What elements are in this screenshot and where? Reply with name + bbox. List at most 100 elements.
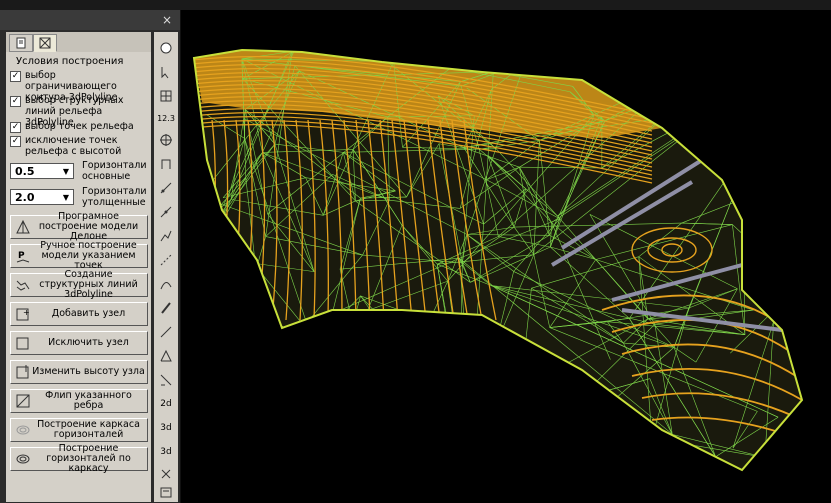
- toolbar-pen-button[interactable]: [156, 298, 176, 318]
- box-x-icon: [39, 37, 51, 49]
- checkbox-points-box[interactable]: ✓: [10, 122, 21, 133]
- structure-lines-button[interactable]: Создание структурных линий 3dPolyline: [10, 270, 148, 300]
- toolbar-grid-button[interactable]: [156, 86, 176, 106]
- add-node-button[interactable]: + Добавить узел: [10, 302, 148, 326]
- tab-terrain[interactable]: [33, 34, 57, 52]
- toolbar-measure-button[interactable]: [156, 370, 176, 390]
- top-bar: [0, 0, 831, 10]
- toolbar-edit-button[interactable]: [156, 178, 176, 198]
- toolbar-polyline-button[interactable]: [156, 226, 176, 246]
- delaunay-build-label: Програмное построение модели Делоне: [38, 211, 139, 242]
- mesh-edge: [470, 416, 525, 466]
- tool-palette: × Условия построения ✓ выбор ограничиваю…: [0, 10, 181, 503]
- mesh-edge: [471, 51, 494, 73]
- mesh-edge: [246, 463, 296, 467]
- contour-frame-button[interactable]: Построение каркаса горизонталей: [10, 418, 148, 442]
- node-height-button[interactable]: Изменить высоту узла: [10, 360, 148, 384]
- mesh-edge: [403, 412, 467, 461]
- delaunay-build-button[interactable]: Програмное построение модели Делоне: [10, 211, 148, 242]
- toolbar-boundary-button[interactable]: [156, 154, 176, 174]
- checkbox-exclude-height-box[interactable]: ✓: [10, 136, 21, 147]
- mesh-edge: [378, 431, 404, 461]
- mesh-edge: [455, 331, 460, 403]
- mesh-edge: [332, 398, 477, 467]
- checkbox-points-label: выбор точек рельефа: [25, 121, 134, 132]
- mesh-edge: [220, 223, 240, 421]
- remove-node-button[interactable]: Исключить узел: [10, 331, 148, 355]
- checkbox-exclude-height[interactable]: ✓ исключение точек рельефа с высотой: [10, 135, 148, 157]
- mesh-edge: [378, 360, 468, 432]
- toolbar-mesh-button[interactable]: [156, 346, 176, 366]
- toolbar-close-x-button[interactable]: [156, 464, 176, 484]
- mesh-edge: [459, 401, 522, 431]
- contour-main-dropdown[interactable]: 0.5 ▼: [10, 163, 74, 179]
- toolbar-segment-button[interactable]: [156, 322, 176, 342]
- mesh-edge: [378, 430, 399, 441]
- toolbar-pointer-button[interactable]: [156, 62, 176, 82]
- mesh-edge: [246, 383, 269, 467]
- mesh-edge: [733, 161, 740, 195]
- contour-main-value: 0.5: [15, 164, 35, 178]
- section-title: Условия построения: [16, 56, 124, 67]
- contour-build-button[interactable]: Построение горизонталей по каркасу: [10, 444, 148, 474]
- mesh-edge: [295, 421, 338, 465]
- mesh-edge: [209, 301, 399, 441]
- mesh-edge: [332, 313, 456, 332]
- toolbar-curve-button[interactable]: [156, 274, 176, 294]
- mesh-edge: [228, 236, 266, 362]
- contour-main-label: Горизонтали основные: [82, 160, 147, 182]
- label-3d-a: 3d: [160, 423, 172, 433]
- checkbox-exclude-height-label: исключение точек рельефа с высотой: [25, 135, 122, 157]
- contour-thick-value: 2.0: [15, 190, 35, 204]
- boundary-icon: [161, 159, 171, 169]
- toolbar-2d-button[interactable]: 2d: [156, 394, 176, 414]
- vertical-toolbar: 12.3 2d 3d 3d: [154, 32, 178, 502]
- terrain-model-canvas[interactable]: [182, 10, 831, 503]
- pen-icon: [161, 302, 171, 314]
- mesh-edge: [365, 378, 379, 432]
- contour-thick-dropdown[interactable]: 2.0 ▼: [10, 189, 74, 205]
- svg-text:+: +: [23, 308, 30, 317]
- palette-titlebar[interactable]: ×: [0, 10, 180, 30]
- mesh-edge: [422, 344, 496, 438]
- mesh-edge: [238, 419, 404, 461]
- structure-lines-icon: [14, 276, 32, 294]
- toolbar-chain-button[interactable]: [156, 250, 176, 270]
- mesh-edge: [265, 427, 355, 452]
- node-height-label: Изменить высоту узла: [32, 366, 145, 377]
- delaunay-icon: [14, 218, 32, 236]
- toolbar-number-button[interactable]: 12.3: [156, 108, 176, 128]
- checkbox-boundary-box[interactable]: ✓: [10, 71, 21, 82]
- mesh-edge: [265, 427, 399, 442]
- manual-build-button[interactable]: P Ручное построение модели указанием точ…: [10, 241, 148, 271]
- mesh-edge: [378, 430, 423, 438]
- toolbar-circle-button[interactable]: [156, 38, 176, 58]
- toolbar-3d-a-button[interactable]: 3d: [156, 418, 176, 438]
- mesh-edge: [196, 223, 222, 368]
- flip-edge-icon: [14, 392, 32, 410]
- mesh-edge: [738, 160, 786, 284]
- mesh-edge: [467, 360, 471, 417]
- label-2d: 2d: [160, 399, 172, 409]
- flip-edge-button[interactable]: Флип указанного ребра: [10, 389, 148, 413]
- mesh-edge: [269, 355, 335, 362]
- close-icon: ×: [161, 13, 173, 27]
- edit-icon: [160, 182, 172, 194]
- toolbar-target-button[interactable]: [156, 130, 176, 150]
- checkbox-points[interactable]: ✓ выбор точек рельефа: [10, 121, 148, 133]
- segment-icon: [160, 326, 172, 338]
- mesh-edge: [519, 398, 552, 456]
- toolbar-nodes-button[interactable]: [156, 202, 176, 222]
- close-button[interactable]: ×: [160, 13, 174, 27]
- chevron-down-icon: ▼: [62, 166, 69, 176]
- toolbar-3d-b-button[interactable]: 3d: [156, 442, 176, 462]
- mesh-edge: [550, 415, 595, 456]
- mesh-edge: [398, 440, 706, 469]
- mesh-edge: [331, 295, 361, 399]
- add-node-icon: +: [14, 305, 32, 323]
- checkbox-structure-lines-box[interactable]: ✓: [10, 96, 21, 107]
- toolbar-export-button[interactable]: [156, 482, 176, 502]
- mesh-edge: [269, 353, 274, 357]
- tab-properties[interactable]: [9, 34, 33, 52]
- mesh-edge: [398, 440, 551, 456]
